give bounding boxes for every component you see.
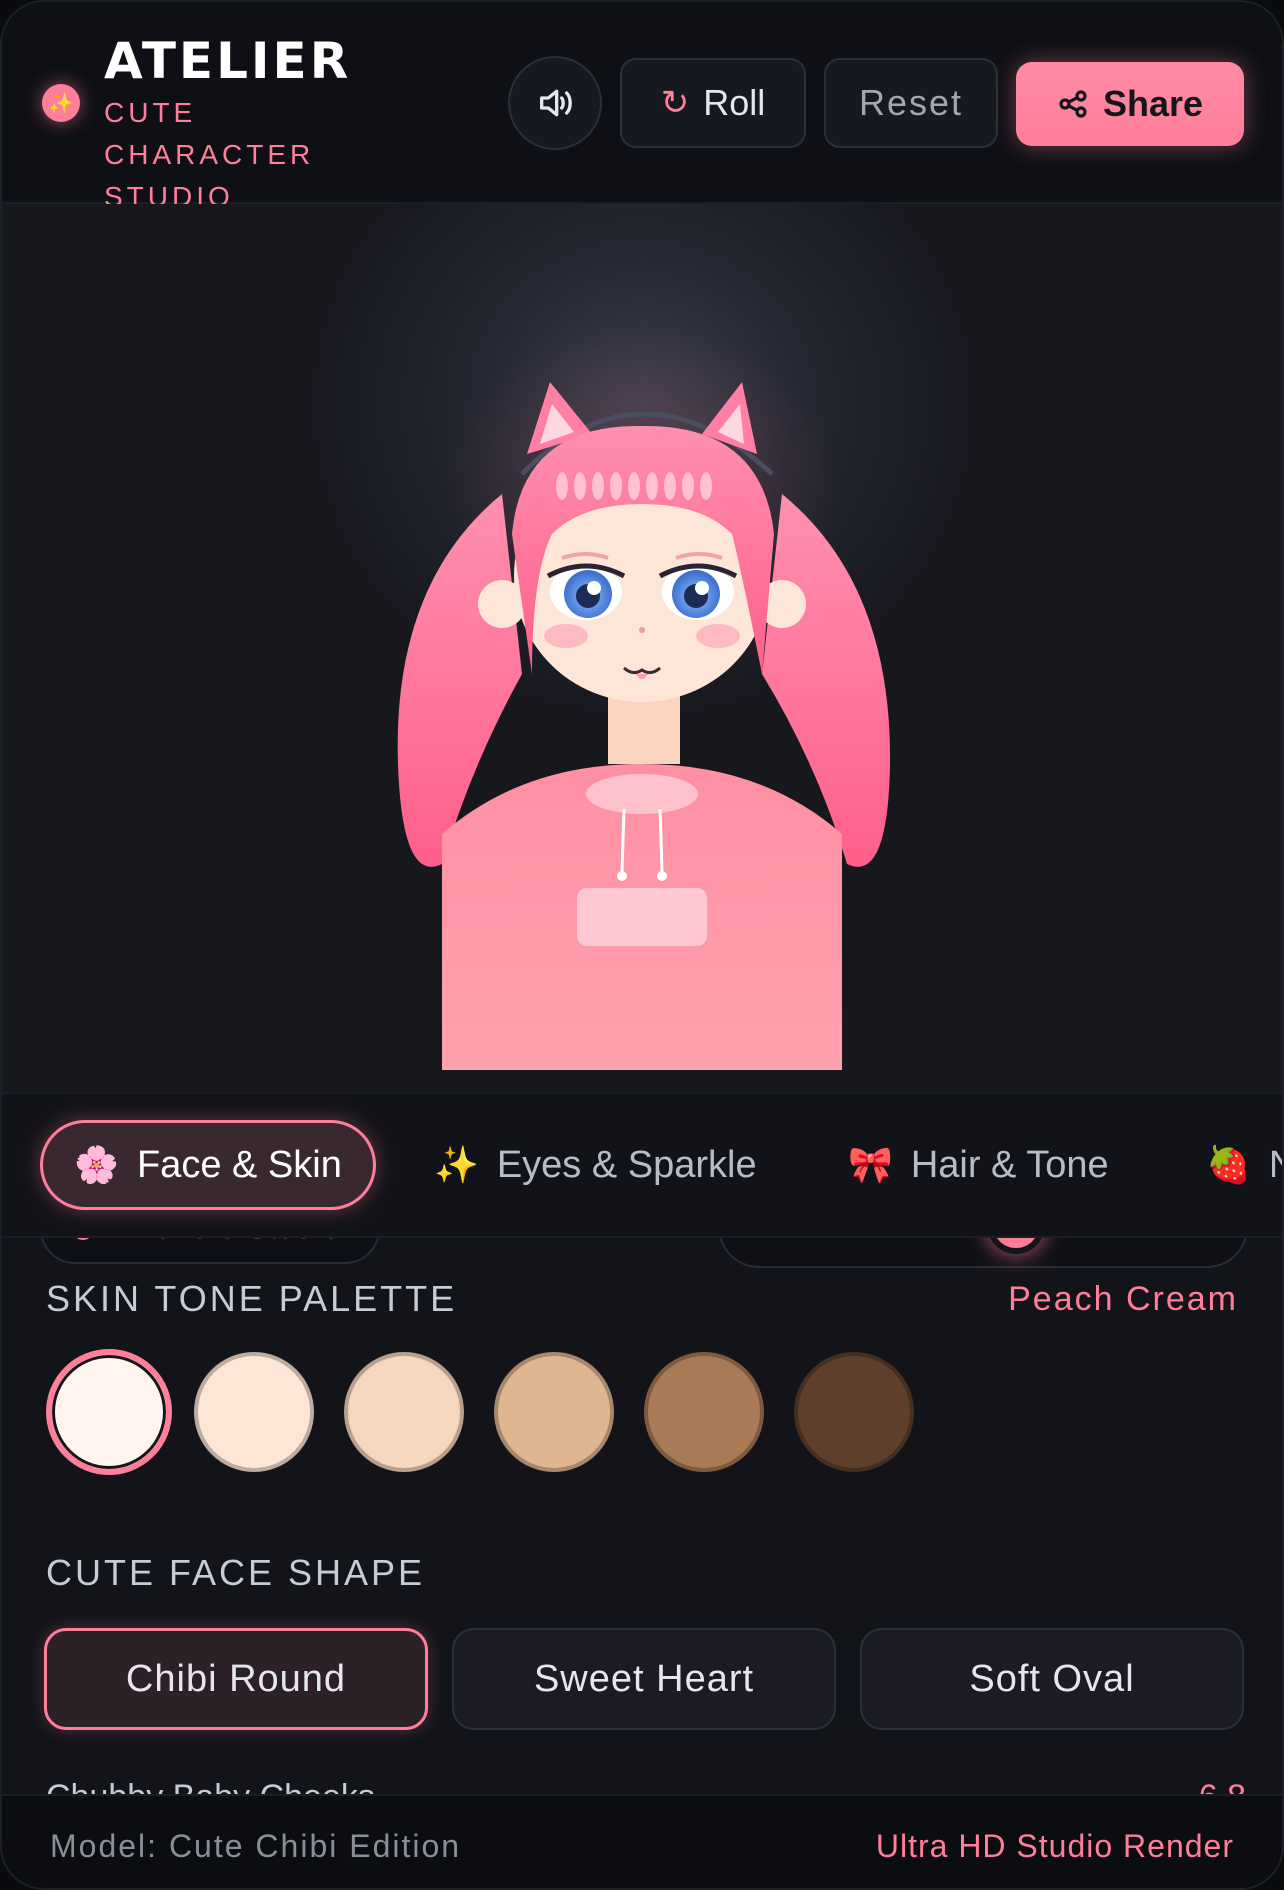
face-shape-heading: CUTE FACE SHAPE bbox=[46, 1552, 426, 1593]
share-icon bbox=[1059, 90, 1087, 118]
left-ear bbox=[478, 580, 526, 628]
share-button[interactable]: Share bbox=[1016, 62, 1244, 146]
sparkles-icon: ✨ bbox=[42, 84, 80, 122]
skin-swatch-2[interactable] bbox=[194, 1352, 314, 1472]
cherry-blossom-icon: 🌸 bbox=[74, 1144, 119, 1185]
reset-label: Reset bbox=[858, 82, 964, 123]
face-shape-soft-oval[interactable]: Soft Oval bbox=[860, 1628, 1244, 1730]
strawberry-icon: 🍓 bbox=[1206, 1144, 1251, 1185]
hoodie-string-left bbox=[620, 808, 626, 873]
share-label: Share bbox=[1102, 83, 1204, 124]
sparkles-icon: ✨ bbox=[434, 1144, 479, 1185]
status-footer: Model: Cute Chibi Edition Ultra HD Studi… bbox=[2, 1794, 1282, 1888]
tab-label: Eyes & Sparkle bbox=[496, 1143, 757, 1186]
skin-swatch-6[interactable] bbox=[794, 1352, 914, 1472]
sound-toggle-button[interactable] bbox=[508, 56, 602, 150]
hair-clips bbox=[556, 472, 712, 500]
roll-label: Roll bbox=[703, 82, 766, 123]
skin-swatch-1[interactable] bbox=[46, 1349, 172, 1475]
skin-tone-heading: SKIN TONE PALETTE bbox=[46, 1278, 458, 1319]
left-blush bbox=[544, 624, 588, 648]
app-title: ATELIER bbox=[104, 32, 352, 90]
tab-hair-tone[interactable]: 🎀 Hair & Tone bbox=[848, 1120, 1109, 1210]
app-window: ✨ ATELIER CUTE CHARACTER STUDIO ↻ Roll R… bbox=[0, 0, 1284, 1890]
tab-next-category[interactable]: 🍓 N bbox=[1206, 1120, 1282, 1210]
selected-skin-tone-name: Peach Cream bbox=[1008, 1280, 1238, 1318]
skin-swatch-4[interactable] bbox=[494, 1352, 614, 1472]
hoodie-string-right bbox=[658, 808, 664, 873]
tab-label: Hair & Tone bbox=[910, 1143, 1109, 1186]
roll-button[interactable]: ↻ Roll bbox=[620, 58, 806, 148]
render-quality-label: Ultra HD Studio Render bbox=[875, 1828, 1234, 1864]
tab-label: Face & Skin bbox=[136, 1143, 342, 1186]
tab-face-skin[interactable]: 🌸 Face & Skin bbox=[40, 1120, 376, 1210]
tab-eyes-sparkle[interactable]: ✨ Eyes & Sparkle bbox=[434, 1120, 757, 1210]
model-label: Model: Cute Chibi Edition bbox=[50, 1828, 462, 1864]
face-shape-label: Sweet Heart bbox=[533, 1657, 755, 1700]
face-shape-label: Soft Oval bbox=[969, 1657, 1135, 1700]
right-blush bbox=[696, 624, 740, 648]
character-avatar[interactable] bbox=[2, 204, 1284, 1092]
ribbon-icon: 🎀 bbox=[848, 1144, 893, 1185]
nose bbox=[639, 627, 645, 633]
refresh-icon: ↻ bbox=[660, 84, 690, 122]
app-subtitle: CUTE CHARACTER STUDIO bbox=[104, 97, 315, 212]
reset-button[interactable]: Reset bbox=[824, 58, 998, 148]
face-shape-chibi-round[interactable]: Chibi Round bbox=[44, 1628, 428, 1730]
category-tabs: 🌸 Face & Skin ✨ Eyes & Sparkle 🎀 Hair & … bbox=[2, 1092, 1282, 1238]
tab-label: N bbox=[1269, 1144, 1282, 1187]
skin-swatch-3[interactable] bbox=[344, 1352, 464, 1472]
sweater-collar bbox=[586, 774, 698, 814]
face-shape-sweet-heart[interactable]: Sweet Heart bbox=[452, 1628, 836, 1730]
sweater-pocket bbox=[577, 888, 707, 946]
speaker-icon bbox=[540, 89, 572, 117]
character-preview-stage[interactable]: Live Idle Studio ☼ bbox=[2, 204, 1284, 1268]
app-header: ✨ ATELIER CUTE CHARACTER STUDIO ↻ Roll R… bbox=[2, 2, 1282, 212]
face-shape-label: Chibi Round bbox=[125, 1657, 347, 1700]
skin-swatch-5[interactable] bbox=[644, 1352, 764, 1472]
